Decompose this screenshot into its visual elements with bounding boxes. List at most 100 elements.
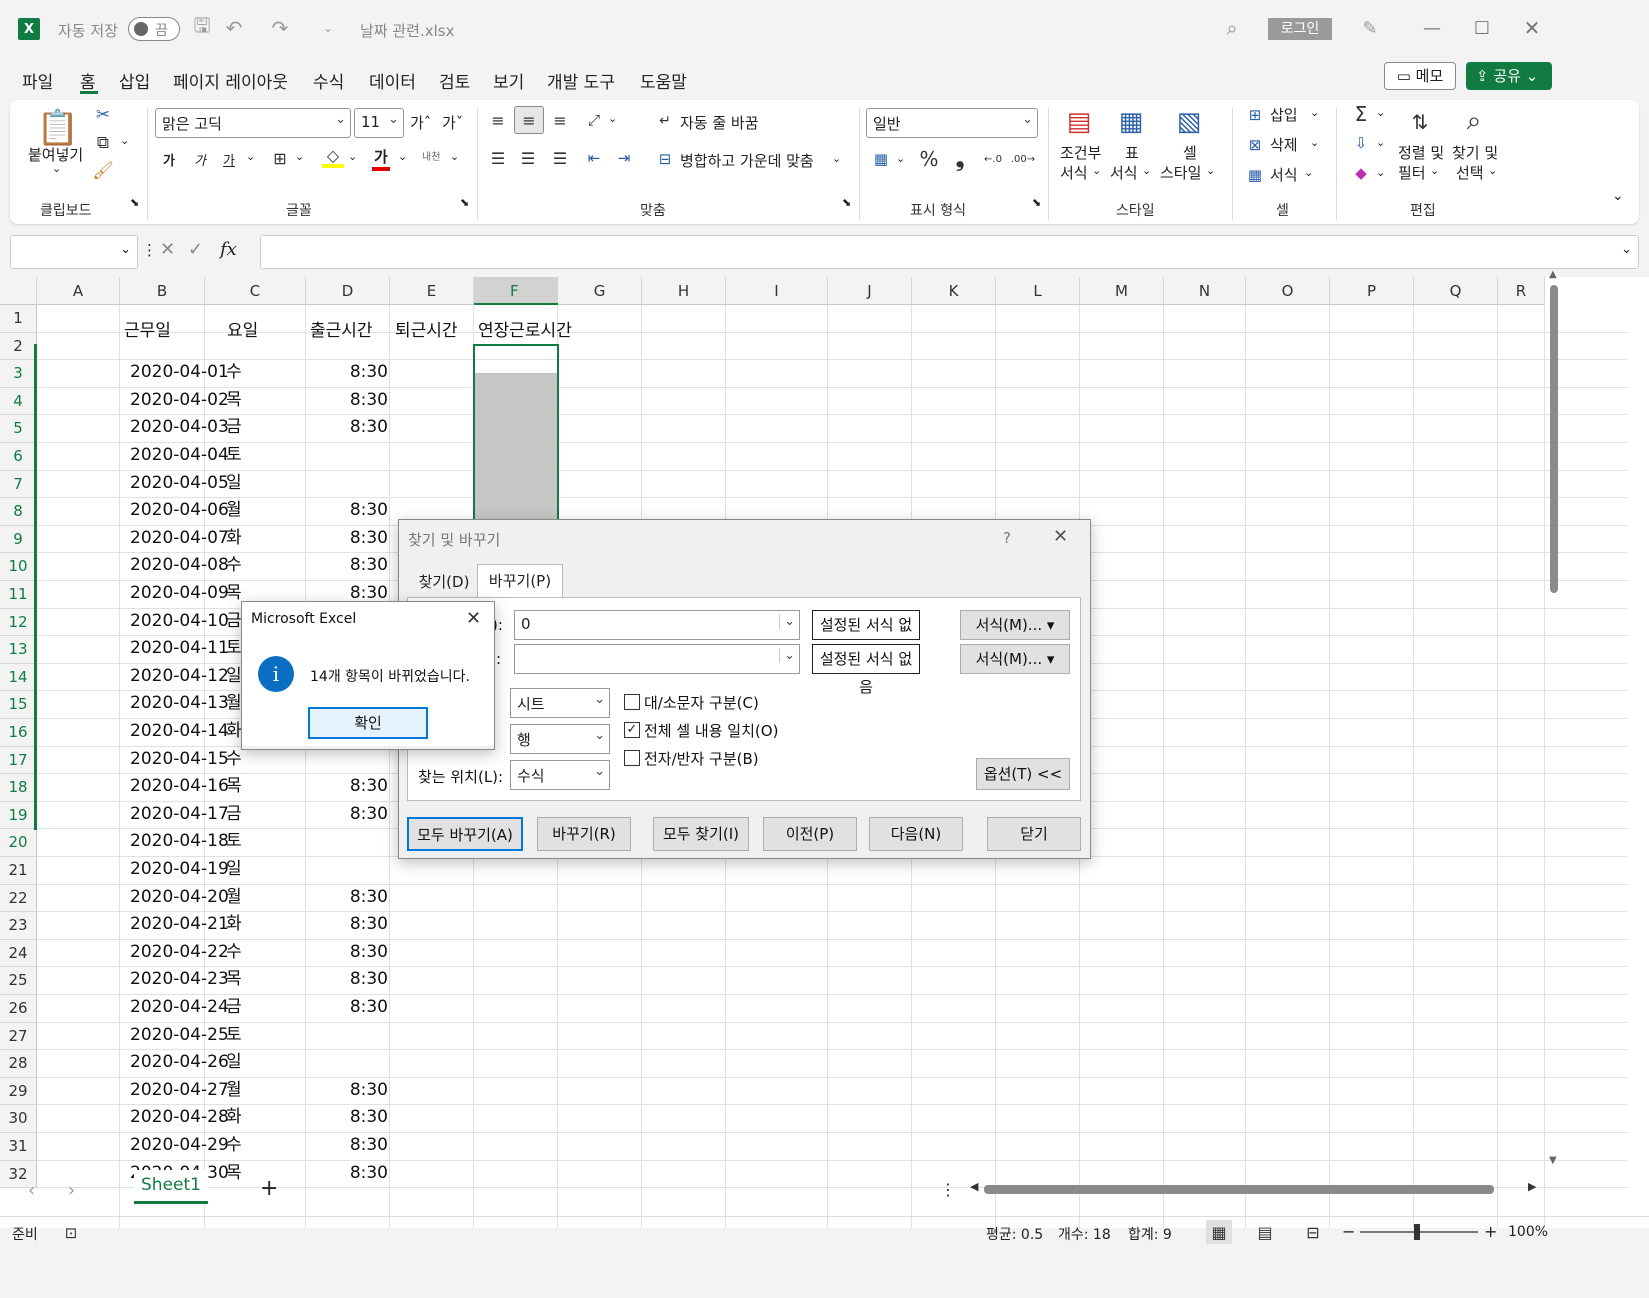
- alignment-launcher-icon[interactable]: ⬊: [842, 196, 851, 209]
- cell-weekday[interactable]: 일: [226, 1049, 242, 1077]
- row-header[interactable]: 13: [0, 636, 37, 664]
- cell-date[interactable]: 2020-04-12: [130, 663, 229, 691]
- replace-button[interactable]: 바꾸기(R): [537, 817, 631, 851]
- cell-date[interactable]: 2020-04-21: [130, 911, 229, 939]
- column-header[interactable]: N: [1164, 277, 1246, 305]
- cell-weekday[interactable]: 일: [226, 470, 242, 498]
- cell-start-time[interactable]: [298, 856, 388, 884]
- underline-button[interactable]: 가: [223, 150, 235, 169]
- cell-weekday[interactable]: 수: [226, 939, 242, 967]
- options-button[interactable]: 옵션(T) <<: [976, 758, 1070, 790]
- cell-date[interactable]: 2020-04-28: [130, 1104, 229, 1132]
- cell-date[interactable]: 2020-04-23: [130, 966, 229, 994]
- match-width-checkbox[interactable]: [624, 750, 640, 766]
- collapse-ribbon-icon[interactable]: ⌄: [1612, 188, 1624, 204]
- prev-sheet-icon[interactable]: ‹: [28, 1180, 35, 1201]
- cell-styles-icon[interactable]: ▧: [1172, 106, 1206, 138]
- formula-input[interactable]: ⌄: [260, 235, 1639, 269]
- column-header[interactable]: B: [120, 277, 205, 305]
- align-center-icon[interactable]: ☰: [516, 146, 540, 170]
- cell-weekday[interactable]: 금: [226, 608, 242, 636]
- autosave-toggle[interactable]: 끔: [128, 17, 180, 41]
- row-header[interactable]: 10: [0, 553, 37, 581]
- cell-weekday[interactable]: 수: [226, 1132, 242, 1160]
- tab-formulas[interactable]: 수식: [313, 68, 344, 93]
- zoom-slider[interactable]: [1360, 1224, 1478, 1240]
- row-header[interactable]: 16: [0, 719, 37, 747]
- header-weekday[interactable]: 요일: [227, 317, 258, 346]
- column-header[interactable]: P: [1330, 277, 1414, 305]
- match-case-checkbox[interactable]: [624, 694, 640, 710]
- msgbox-close-icon[interactable]: ✕: [466, 608, 481, 629]
- row-header[interactable]: 7: [0, 470, 37, 499]
- within-select[interactable]: 시트 ⌄: [510, 688, 610, 718]
- row-header[interactable]: 26: [0, 995, 37, 1023]
- replace-with-input[interactable]: ⌄: [514, 644, 800, 674]
- find-format-button[interactable]: 서식(M)... ▾: [960, 610, 1070, 640]
- cell-start-time[interactable]: [298, 470, 388, 498]
- cell-start-time[interactable]: 8:30: [298, 1077, 388, 1105]
- formula-bar-more-icon[interactable]: ⋮: [142, 241, 157, 259]
- cell-weekday[interactable]: 화: [226, 525, 242, 553]
- tab-review[interactable]: 검토: [439, 68, 470, 93]
- minimize-icon[interactable]: —: [1420, 16, 1444, 40]
- pen-icon[interactable]: ✎: [1358, 16, 1382, 40]
- add-sheet-icon[interactable]: +: [260, 1176, 278, 1201]
- column-header[interactable]: J: [828, 277, 912, 305]
- cell-start-time[interactable]: 8:30: [298, 497, 388, 525]
- tab-find[interactable]: 찾기(D): [409, 568, 479, 596]
- zoom-out-icon[interactable]: −: [1342, 1222, 1355, 1241]
- column-header[interactable]: G: [558, 277, 642, 305]
- cell-date[interactable]: 2020-04-08: [130, 552, 229, 580]
- delete-cells-icon[interactable]: ⊠: [1244, 134, 1266, 156]
- clipboard-launcher-icon[interactable]: ⬊: [130, 196, 139, 209]
- cell-weekday[interactable]: 화: [226, 718, 242, 746]
- font-size-combo[interactable]: 11 ⌄: [354, 108, 404, 138]
- normal-view-icon[interactable]: ▦: [1206, 1220, 1232, 1244]
- format-as-table-button[interactable]: 표: [1125, 142, 1139, 163]
- column-header[interactable]: L: [996, 277, 1080, 305]
- align-right-icon[interactable]: ☰: [548, 146, 572, 170]
- format-cells-icon[interactable]: ▦: [1244, 164, 1266, 186]
- customize-qat-icon[interactable]: ⌄: [318, 16, 338, 40]
- cell-start-time[interactable]: 8:30: [298, 1104, 388, 1132]
- column-header[interactable]: R: [1498, 277, 1545, 305]
- header-end-time[interactable]: 퇴근시간: [395, 317, 458, 346]
- cell-date[interactable]: 2020-04-26: [130, 1049, 229, 1077]
- insert-cells-icon[interactable]: ⊞: [1244, 104, 1266, 126]
- lookin-select[interactable]: 수식 ⌄: [510, 760, 610, 790]
- delete-cells-button[interactable]: 삭제: [1270, 134, 1298, 155]
- sort-filter-button[interactable]: 정렬 및: [1398, 142, 1444, 163]
- tab-split-icon[interactable]: ⋮: [940, 1180, 956, 1199]
- cell-weekday[interactable]: 금: [226, 414, 242, 442]
- row-header[interactable]: 18: [0, 774, 37, 802]
- row-header[interactable]: 2: [0, 332, 37, 361]
- column-header[interactable]: C: [205, 277, 306, 305]
- clear-icon[interactable]: ◆: [1350, 162, 1372, 184]
- cell-weekday[interactable]: 금: [226, 994, 242, 1022]
- sheet-tab-sheet1[interactable]: Sheet1: [134, 1170, 208, 1204]
- cancel-icon[interactable]: ✕: [160, 239, 175, 260]
- insert-function-icon[interactable]: fx: [220, 239, 237, 260]
- cell-weekday[interactable]: 목: [226, 387, 242, 415]
- conditional-format-icon[interactable]: ▤: [1062, 106, 1096, 138]
- zoom-in-icon[interactable]: +: [1484, 1222, 1497, 1241]
- font-color-icon[interactable]: 가: [372, 146, 390, 171]
- cell-start-time[interactable]: 8:30: [298, 387, 388, 415]
- row-header[interactable]: 11: [0, 581, 37, 609]
- cell-start-time[interactable]: [298, 828, 388, 856]
- cell-weekday[interactable]: 화: [226, 911, 242, 939]
- row-header[interactable]: 19: [0, 801, 37, 830]
- cell-date[interactable]: 2020-04-13: [130, 690, 229, 718]
- fill-icon[interactable]: ⇩: [1350, 132, 1372, 154]
- page-break-view-icon[interactable]: ⊟: [1300, 1220, 1326, 1244]
- format-as-table-icon[interactable]: ▦: [1114, 106, 1148, 138]
- cell-weekday[interactable]: 토: [226, 635, 242, 663]
- copy-icon[interactable]: ⧉: [92, 132, 114, 154]
- cell-date[interactable]: 2020-04-04: [130, 442, 229, 470]
- ok-button[interactable]: 확인: [308, 707, 428, 739]
- fill-color-icon[interactable]: ◇: [322, 146, 344, 168]
- cell-date[interactable]: 2020-04-19: [130, 856, 229, 884]
- tab-developer[interactable]: 개발 도구: [547, 68, 615, 93]
- cell-styles-button[interactable]: 셀: [1183, 142, 1197, 163]
